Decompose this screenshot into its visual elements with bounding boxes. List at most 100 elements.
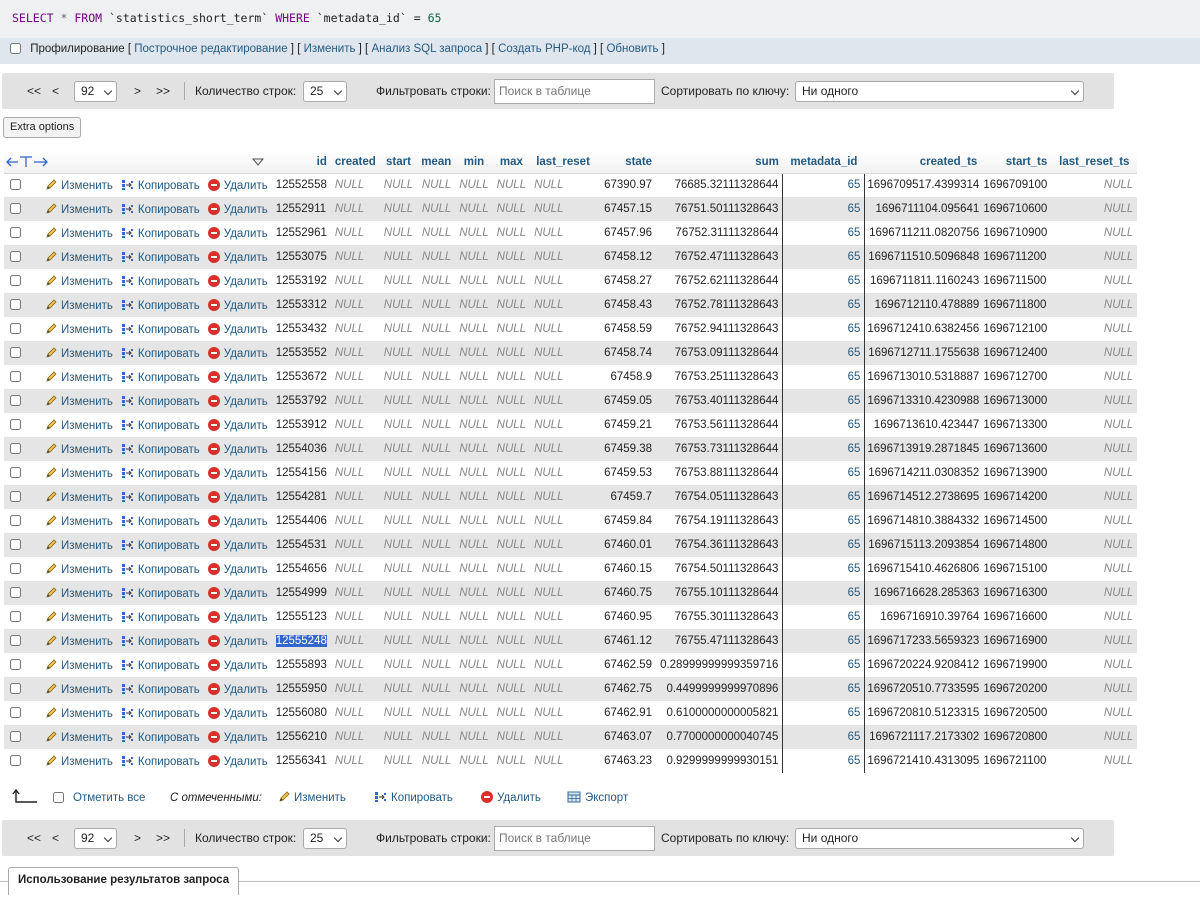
row-checkbox[interactable] bbox=[4, 509, 25, 533]
row-checkbox[interactable] bbox=[4, 413, 25, 437]
column-header-metadata-id[interactable]: metadata_id bbox=[782, 152, 865, 174]
cell-created-ts[interactable]: 1696713610.423447 bbox=[864, 413, 982, 437]
last-page-button[interactable]: >> bbox=[156, 73, 170, 109]
cell-start-ts[interactable]: 1696714200 bbox=[981, 485, 1052, 509]
cell-max[interactable]: NULL bbox=[492, 461, 531, 485]
column-header-last-reset-ts[interactable]: last_reset_ts bbox=[1051, 152, 1138, 174]
cell-mean[interactable]: NULL bbox=[417, 341, 456, 365]
row-delete-button[interactable]: Удалить bbox=[203, 389, 272, 413]
cell-id[interactable]: 12554036 bbox=[271, 437, 331, 461]
cell-state[interactable]: 67459.05 bbox=[596, 389, 657, 413]
cell-created-ts[interactable]: 1696721117.2173302 bbox=[864, 725, 982, 749]
cell-created-ts[interactable]: 1696717233.5659323 bbox=[864, 629, 982, 653]
row-delete-button[interactable]: Удалить bbox=[203, 365, 272, 389]
cell-id[interactable]: 12556080 bbox=[271, 701, 331, 725]
cell-start[interactable]: NULL bbox=[379, 581, 418, 605]
cell-id[interactable]: 12555950 bbox=[271, 677, 331, 701]
cell-mean[interactable]: NULL bbox=[417, 221, 456, 245]
cell-start-ts[interactable]: 1696711800 bbox=[981, 293, 1052, 317]
row-edit-button[interactable]: Изменить bbox=[25, 221, 117, 245]
row-checkbox[interactable] bbox=[4, 461, 25, 485]
cell-metadata-id[interactable]: 65 bbox=[782, 413, 866, 437]
row-checkbox[interactable] bbox=[4, 725, 25, 749]
cell-mean[interactable]: NULL bbox=[417, 533, 456, 557]
cell-id[interactable]: 12556210 bbox=[271, 725, 331, 749]
row-delete-button[interactable]: Удалить bbox=[203, 245, 272, 269]
cell-created[interactable]: NULL bbox=[330, 509, 380, 533]
row-edit-button[interactable]: Изменить bbox=[25, 173, 117, 197]
cell-last-reset-ts[interactable]: NULL bbox=[1051, 389, 1138, 413]
cell-start-ts[interactable]: 1696713000 bbox=[981, 389, 1052, 413]
cell-mean[interactable]: NULL bbox=[417, 461, 456, 485]
cell-created-ts[interactable]: 1696711811.1160243 bbox=[864, 269, 982, 293]
cell-created-ts[interactable]: 1696715113.2093854 bbox=[864, 533, 982, 557]
cell-last-reset[interactable]: NULL bbox=[530, 509, 597, 533]
cell-created-ts[interactable]: 1696716910.39764 bbox=[864, 605, 982, 629]
cell-created[interactable]: NULL bbox=[330, 293, 380, 317]
cell-mean[interactable]: NULL bbox=[417, 269, 456, 293]
cell-min[interactable]: NULL bbox=[455, 197, 493, 221]
row-copy-button[interactable]: Копировать bbox=[116, 269, 204, 293]
cell-id[interactable]: 12556341 bbox=[271, 749, 331, 773]
cell-created-ts[interactable]: 1696716628.285363 bbox=[864, 581, 982, 605]
cell-metadata-id[interactable]: 65 bbox=[782, 581, 866, 605]
row-edit-button[interactable]: Изменить bbox=[25, 749, 117, 773]
cell-metadata-id[interactable]: 65 bbox=[782, 365, 866, 389]
cell-last-reset[interactable]: NULL bbox=[530, 245, 597, 269]
cell-max[interactable]: NULL bbox=[492, 221, 531, 245]
cell-sum[interactable]: 76754.36111328643 bbox=[656, 533, 783, 557]
cell-sum[interactable]: 76755.30111328643 bbox=[656, 605, 783, 629]
check-all-link[interactable]: Отметить все bbox=[73, 792, 145, 804]
cell-min[interactable]: NULL bbox=[455, 221, 493, 245]
cell-sum[interactable]: 0.6100000000005821 bbox=[656, 701, 783, 725]
cell-state[interactable]: 67458.74 bbox=[596, 341, 657, 365]
cell-created[interactable]: NULL bbox=[330, 269, 380, 293]
cell-last-reset[interactable]: NULL bbox=[530, 389, 597, 413]
row-checkbox[interactable] bbox=[4, 341, 25, 365]
cell-last-reset[interactable]: NULL bbox=[530, 437, 597, 461]
cell-max[interactable]: NULL bbox=[492, 653, 531, 677]
row-edit-button[interactable]: Изменить bbox=[25, 341, 117, 365]
row-copy-button[interactable]: Копировать bbox=[116, 173, 204, 197]
cell-mean[interactable]: NULL bbox=[417, 581, 456, 605]
cell-state[interactable]: 67463.07 bbox=[596, 725, 657, 749]
cell-last-reset-ts[interactable]: NULL bbox=[1051, 509, 1138, 533]
cell-start-ts[interactable]: 1696720200 bbox=[981, 677, 1052, 701]
cell-start[interactable]: NULL bbox=[379, 365, 418, 389]
cell-id[interactable]: 12553075 bbox=[271, 245, 331, 269]
row-delete-button[interactable]: Удалить bbox=[203, 725, 272, 749]
row-edit-button[interactable]: Изменить bbox=[25, 269, 117, 293]
cell-id[interactable]: 12552911 bbox=[271, 197, 331, 221]
row-edit-button[interactable]: Изменить bbox=[25, 653, 117, 677]
cell-min[interactable]: NULL bbox=[455, 341, 493, 365]
cell-mean[interactable]: NULL bbox=[417, 197, 456, 221]
cell-start[interactable]: NULL bbox=[379, 341, 418, 365]
row-checkbox[interactable] bbox=[4, 173, 25, 197]
cell-id[interactable]: 12554156 bbox=[271, 461, 331, 485]
cell-max[interactable]: NULL bbox=[492, 293, 531, 317]
cell-start-ts[interactable]: 1696716900 bbox=[981, 629, 1052, 653]
row-checkbox[interactable] bbox=[4, 581, 25, 605]
cell-sum[interactable]: 76753.09111328644 bbox=[656, 341, 783, 365]
cell-last-reset-ts[interactable]: NULL bbox=[1051, 269, 1138, 293]
cell-start[interactable]: NULL bbox=[379, 629, 418, 653]
cell-id[interactable]: 12554406 bbox=[271, 509, 331, 533]
cell-state[interactable]: 67458.9 bbox=[596, 365, 657, 389]
cell-state[interactable]: 67461.12 bbox=[596, 629, 657, 653]
row-copy-button[interactable]: Копировать bbox=[116, 413, 204, 437]
row-delete-button[interactable]: Удалить bbox=[203, 629, 272, 653]
cell-start-ts[interactable]: 1696716600 bbox=[981, 605, 1052, 629]
cell-start-ts[interactable]: 1696711500 bbox=[981, 269, 1052, 293]
cell-created-ts[interactable]: 1696720224.9208412 bbox=[864, 653, 982, 677]
cell-created-ts[interactable]: 1696715410.4626806 bbox=[864, 557, 982, 581]
cell-state[interactable]: 67459.21 bbox=[596, 413, 657, 437]
cell-metadata-id[interactable]: 65 bbox=[782, 437, 866, 461]
row-copy-button[interactable]: Копировать bbox=[116, 557, 204, 581]
cell-created[interactable]: NULL bbox=[330, 341, 380, 365]
cell-last-reset[interactable]: NULL bbox=[530, 269, 597, 293]
page-select[interactable]: 92 bbox=[74, 81, 117, 102]
check-all-checkbox[interactable] bbox=[53, 786, 64, 810]
cell-start-ts[interactable]: 1696712400 bbox=[981, 341, 1052, 365]
cell-last-reset-ts[interactable]: NULL bbox=[1051, 341, 1138, 365]
cell-max[interactable]: NULL bbox=[492, 509, 531, 533]
